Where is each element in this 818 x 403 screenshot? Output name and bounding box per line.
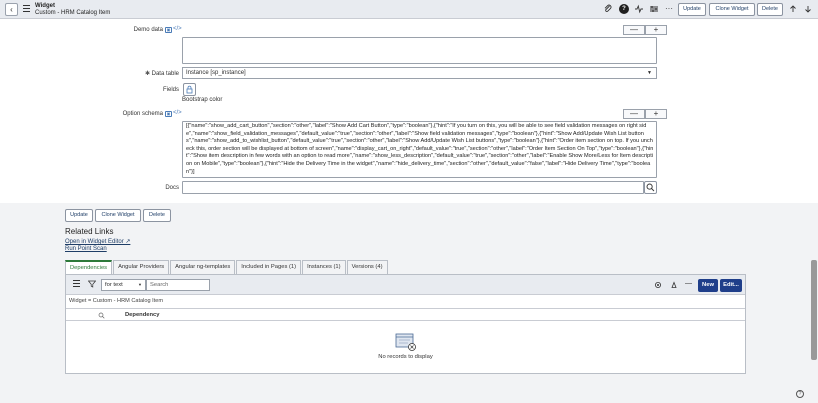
chevron-down-icon: ▼ bbox=[138, 282, 142, 287]
demo-data-toolbar: — + bbox=[623, 25, 667, 35]
chevron-down-icon: ▼ bbox=[647, 70, 652, 76]
update-button[interactable]: Update bbox=[65, 209, 93, 222]
breadcrumb[interactable]: Widget = Custom - HRM Catalog Item bbox=[69, 298, 163, 304]
empty-message: No records to display bbox=[378, 354, 433, 360]
field-type-icon: ▣ bbox=[165, 111, 172, 117]
minimize-icon[interactable]: — bbox=[685, 280, 692, 287]
form-header: ‹ Widget Custom - HRM Catalog Item ? ···… bbox=[0, 0, 818, 19]
search-field-select[interactable]: for text ▼ bbox=[101, 279, 146, 291]
option-schema-toolbar: — + bbox=[623, 109, 667, 119]
column-dependency[interactable]: Dependency bbox=[125, 312, 159, 318]
tab-included-in-pages[interactable]: Included in Pages (1) bbox=[236, 260, 302, 274]
code-icon[interactable]: </> bbox=[173, 110, 182, 116]
expand-button[interactable]: + bbox=[645, 25, 667, 35]
arrow-down-icon[interactable] bbox=[803, 4, 813, 14]
data-table-label: ✱ Data table bbox=[144, 71, 179, 77]
collapse-button[interactable]: — bbox=[623, 25, 645, 35]
page-scrollbar[interactable] bbox=[811, 260, 817, 360]
back-button[interactable]: ‹ bbox=[5, 3, 18, 16]
clone-widget-button[interactable]: Clone Widget bbox=[95, 209, 141, 222]
expand-button[interactable]: + bbox=[645, 109, 667, 119]
search-icon[interactable] bbox=[644, 181, 657, 194]
tab-instances[interactable]: Instances (1) bbox=[302, 260, 346, 274]
hamburger-menu-icon[interactable] bbox=[23, 5, 30, 12]
help-icon[interactable]: ? bbox=[619, 4, 629, 14]
sliders-icon[interactable] bbox=[649, 4, 659, 14]
list-search-input[interactable]: Search bbox=[146, 279, 210, 291]
arrow-up-icon[interactable] bbox=[788, 4, 798, 14]
new-button[interactable]: New bbox=[698, 279, 718, 292]
open-in-widget-editor-link[interactable]: Open in Widget Editor ↗ bbox=[65, 238, 130, 245]
filter-icon[interactable] bbox=[87, 280, 97, 290]
fields-value: Bootstrap color bbox=[182, 97, 223, 103]
record-name: Custom - HRM Catalog Item bbox=[35, 10, 111, 16]
field-type-icon: ▣ bbox=[165, 27, 172, 33]
tab-angular-providers[interactable]: Angular Providers bbox=[113, 260, 170, 274]
clone-widget-button[interactable]: Clone Widget bbox=[709, 3, 755, 16]
list-toolbar: for text ▼ Search — New Edit... bbox=[66, 275, 745, 295]
related-links-title: Related Links bbox=[65, 227, 114, 236]
paperclip-icon[interactable] bbox=[603, 4, 613, 14]
tab-angular-ng-templates[interactable]: Angular ng-templates bbox=[170, 260, 236, 274]
pin-icon[interactable] bbox=[670, 281, 678, 291]
option-schema-value: [{"name":"show_add_cart_button","section… bbox=[186, 123, 654, 175]
collapse-button[interactable]: — bbox=[623, 109, 645, 119]
update-button[interactable]: Update bbox=[678, 3, 706, 16]
gear-icon[interactable] bbox=[654, 281, 662, 291]
delete-button[interactable]: Delete bbox=[757, 3, 783, 16]
docs-label: Docs bbox=[165, 185, 179, 191]
list-menu-icon[interactable] bbox=[73, 280, 80, 287]
demo-data-textarea[interactable] bbox=[182, 37, 657, 64]
empty-records-icon bbox=[394, 332, 418, 354]
record-type: Widget bbox=[35, 3, 55, 9]
tab-versions[interactable]: Versions (4) bbox=[346, 260, 388, 274]
code-icon[interactable]: </> bbox=[173, 26, 182, 32]
lock-icon[interactable] bbox=[183, 83, 196, 96]
edit-button[interactable]: Edit... bbox=[720, 279, 742, 292]
docs-input[interactable] bbox=[182, 181, 644, 194]
tab-dependencies[interactable]: Dependencies bbox=[65, 260, 113, 274]
delete-button[interactable]: Delete bbox=[143, 209, 171, 222]
more-icon[interactable]: ··· bbox=[664, 4, 674, 14]
activity-icon[interactable] bbox=[634, 4, 644, 14]
column-search-icon[interactable] bbox=[98, 312, 105, 321]
related-list-panel: for text ▼ Search — New Edit... Widget = … bbox=[65, 274, 746, 374]
help-icon[interactable]: ? bbox=[796, 390, 804, 398]
fields-label: Fields bbox=[162, 87, 179, 93]
demo-data-label: Demo data bbox=[133, 27, 163, 33]
column-header-row: Dependency bbox=[66, 308, 745, 321]
related-list-tabs: Dependencies Angular Providers Angular n… bbox=[65, 260, 389, 274]
run-point-scan-link[interactable]: Run Point Scan bbox=[65, 246, 107, 252]
option-schema-label: Option schema bbox=[122, 111, 163, 117]
data-table-select[interactable]: Instance [sp_instance] ▼ bbox=[182, 67, 657, 79]
